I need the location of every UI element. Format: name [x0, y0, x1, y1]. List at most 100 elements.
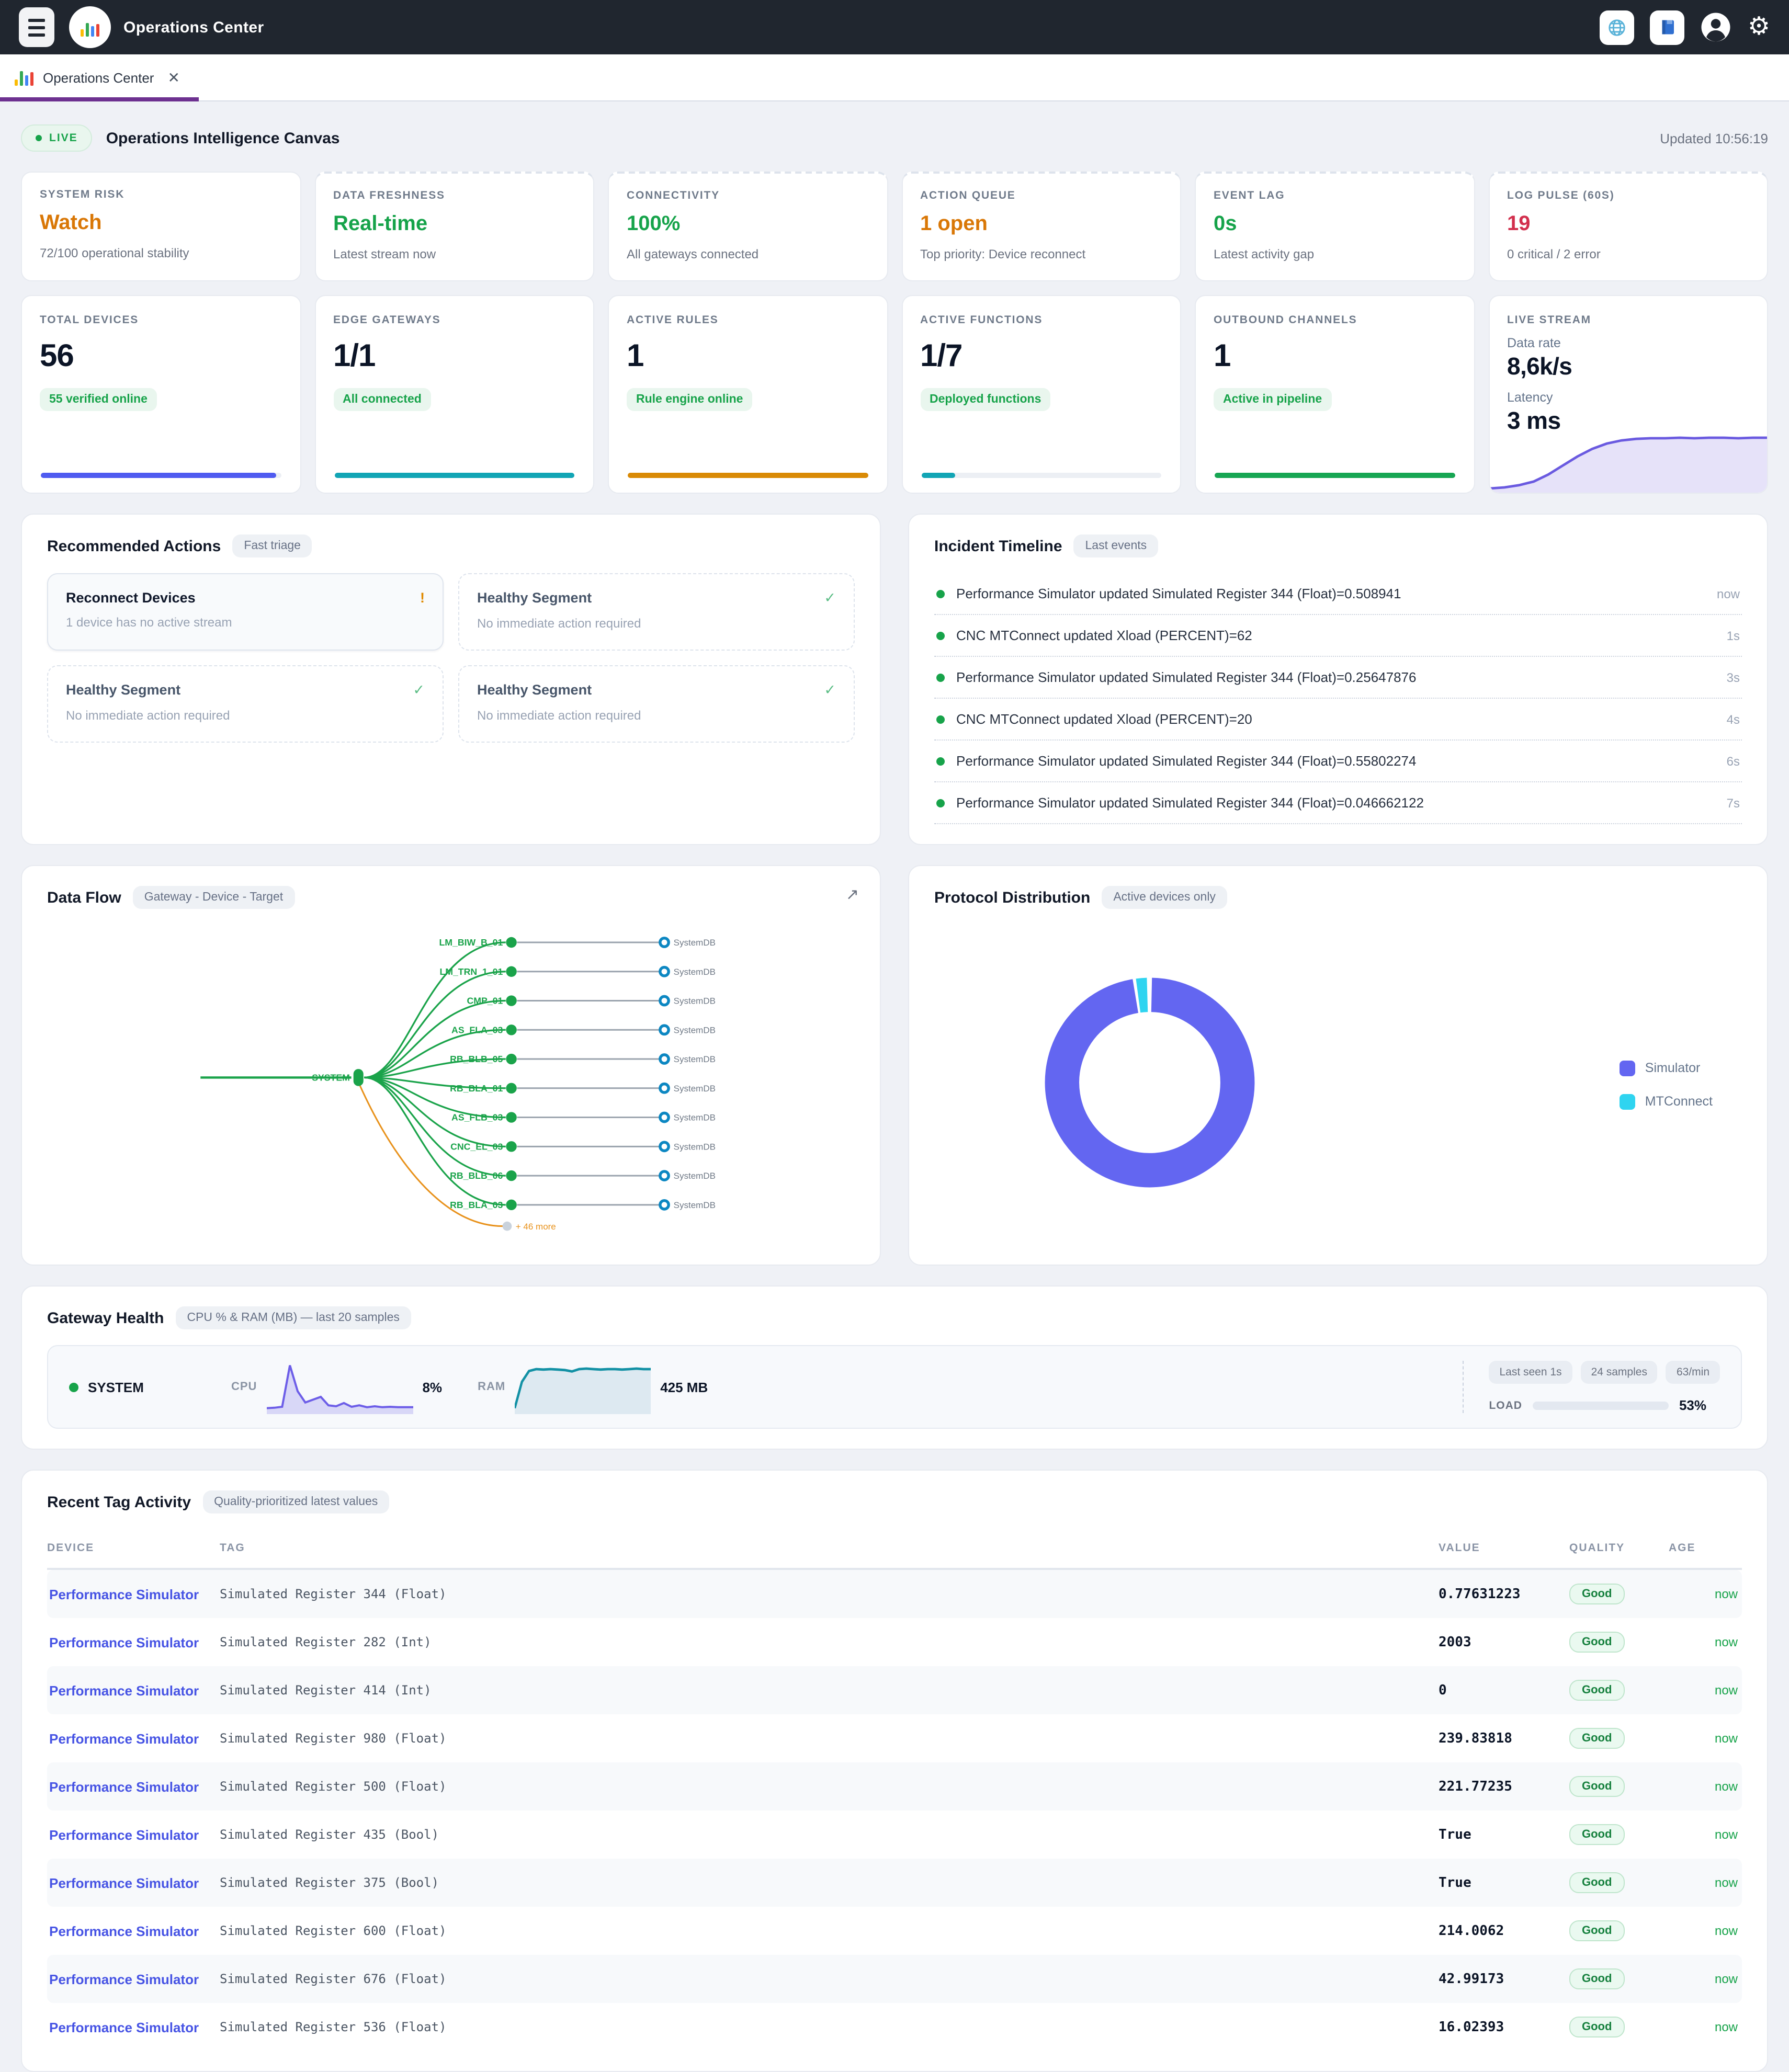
event-text: Performance Simulator updated Simulated … [956, 669, 1715, 685]
device-link[interactable]: Performance Simulator [47, 1634, 220, 1650]
panel-title: Recommended Actions [47, 537, 221, 555]
device-link[interactable]: Performance Simulator [47, 1923, 220, 1939]
status-badge: All connected [333, 388, 431, 411]
kpi-row-status: SYSTEM RISKWatch72/100 operational stabi… [21, 172, 1768, 281]
gateway-stat-badge: 24 samples [1581, 1361, 1658, 1384]
cpu-sparkline [266, 1360, 413, 1414]
kpi-label: LIVE STREAM [1507, 314, 1749, 326]
gateway-stat-badge: 63/min [1666, 1361, 1720, 1384]
kpi-label: OUTBOUND CHANNELS [1214, 314, 1456, 326]
device-node [506, 1054, 516, 1064]
tab-operations-center[interactable]: Operations Center ✕ [0, 54, 199, 100]
kpi-label: ACTIVE RULES [627, 314, 869, 326]
column-header: AGE [1669, 1542, 1742, 1554]
more-label[interactable]: + 46 more [516, 1222, 556, 1232]
device-link[interactable]: Performance Simulator [47, 2019, 220, 2035]
action-card-healthy-segment[interactable]: Healthy Segment✓No immediate action requ… [458, 573, 855, 651]
load-label: LOAD [1489, 1399, 1522, 1411]
kpi-card: ACTIVE RULES1Rule engine online [608, 295, 888, 494]
kpi-row-counts: TOTAL DEVICES5655 verified onlineEDGE GA… [21, 295, 1768, 494]
target-node [660, 1113, 669, 1121]
panel-title: Incident Timeline [934, 537, 1062, 555]
actions-grid: Reconnect Devices!1 device has no active… [47, 573, 855, 743]
target-node [660, 1084, 669, 1092]
kpi-card: CONNECTIVITY100%All gateways connected [608, 172, 888, 281]
kpi-label: SYSTEM RISK [40, 188, 282, 201]
globe-icon[interactable] [1600, 10, 1635, 44]
device-node [506, 1024, 516, 1035]
quality-cell: Good [1569, 1584, 1669, 1604]
expand-icon[interactable]: ↗ [846, 885, 859, 904]
kpi-value: 1 [1214, 339, 1456, 374]
value-cell: 16.02393 [1439, 2019, 1569, 2035]
device-link[interactable]: Performance Simulator [47, 1779, 220, 1794]
target-label: SystemDB [674, 1171, 716, 1181]
gear-icon[interactable]: ⚙ [1748, 15, 1770, 40]
event-text: Performance Simulator updated Simulated … [956, 753, 1715, 769]
device-link[interactable]: Performance Simulator [47, 1586, 220, 1602]
page: Operations Center ⚙ [0, 0, 1789, 1889]
live-dot-icon [36, 135, 42, 141]
panel-badge: CPU % & RAM (MB) — last 20 samples [175, 1306, 411, 1329]
table-row: Performance SimulatorSimulated Register … [47, 1666, 1742, 1714]
device-link[interactable]: Performance Simulator [47, 1682, 220, 1698]
age-cell: now [1669, 1875, 1742, 1890]
device-node [506, 995, 516, 1006]
panel-title: Data Flow [47, 889, 121, 906]
hamburger-icon[interactable] [19, 7, 54, 47]
alert-icon: ! [420, 590, 425, 606]
gateway-label: SYSTEM [312, 1073, 350, 1083]
device-link[interactable]: Performance Simulator [47, 1827, 220, 1842]
age-cell: now [1669, 1683, 1742, 1698]
user-icon[interactable] [1701, 12, 1732, 43]
age-cell: now [1669, 1779, 1742, 1794]
globe-glyph [1607, 17, 1627, 37]
ram-value: 425 MB [660, 1379, 708, 1395]
data-rate-label: Data rate [1507, 336, 1749, 350]
kpi-sub: 0 critical / 2 error [1507, 247, 1749, 261]
device-node [506, 1170, 516, 1181]
device-link[interactable]: Performance Simulator [47, 1875, 220, 1891]
age-cell: now [1669, 1972, 1742, 1986]
gateway-stats: Last seen 1s24 samples63/min LOAD 53% [1463, 1361, 1720, 1413]
tag-cell: Simulated Register 980 (Float) [220, 1731, 1439, 1746]
action-card-healthy-segment[interactable]: Healthy Segment✓No immediate action requ… [47, 665, 444, 743]
page-title: Operations Intelligence Canvas [106, 129, 340, 147]
donut-slice-mtconnect [1139, 994, 1148, 995]
quality-badge: Good [1569, 1584, 1624, 1604]
kpi-label: EDGE GATEWAYS [333, 314, 575, 326]
tab-close-icon[interactable]: ✕ [167, 69, 179, 86]
target-node [660, 938, 669, 947]
panel-badge: Active devices only [1102, 886, 1227, 909]
action-subtitle: 1 device has no active stream [66, 615, 425, 630]
progress-fill [628, 473, 868, 478]
target-node [660, 1142, 669, 1151]
latency-label: Latency [1507, 390, 1749, 405]
action-card-healthy-segment[interactable]: Healthy Segment✓No immediate action requ… [458, 665, 855, 743]
event-time: 1s [1727, 628, 1740, 643]
protocol-body: SimulatorMTConnect [934, 925, 1742, 1245]
age-cell: now [1669, 1587, 1742, 1601]
action-card-reconnect-devices[interactable]: Reconnect Devices!1 device has no active… [47, 573, 444, 651]
value-cell: True [1439, 1875, 1569, 1891]
quality-cell: Good [1569, 1632, 1669, 1653]
event-text: Performance Simulator updated Simulated … [956, 586, 1705, 601]
chart-legend: SimulatorMTConnect [1620, 1060, 1713, 1109]
target-node [660, 967, 669, 976]
quality-cell: Good [1569, 1920, 1669, 1941]
device-node [506, 966, 516, 977]
device-link[interactable]: Performance Simulator [47, 1971, 220, 1987]
column-header: VALUE [1439, 1542, 1569, 1554]
progress-fill [334, 473, 574, 478]
tab-chart-icon [15, 69, 33, 86]
live-label: LIVE [49, 132, 78, 144]
quality-badge: Good [1569, 1632, 1624, 1653]
value-cell: 221.77235 [1439, 1779, 1569, 1794]
book-icon[interactable] [1650, 10, 1685, 44]
kpi-card: OUTBOUND CHANNELS1Active in pipeline [1195, 295, 1475, 494]
timeline-list: Performance Simulator updated Simulated … [934, 573, 1742, 824]
target-node [660, 1026, 669, 1034]
device-link[interactable]: Performance Simulator [47, 1731, 220, 1746]
event-text: CNC MTConnect updated Xload (PERCENT)=62 [956, 628, 1715, 643]
quality-badge: Good [1569, 1968, 1624, 1989]
